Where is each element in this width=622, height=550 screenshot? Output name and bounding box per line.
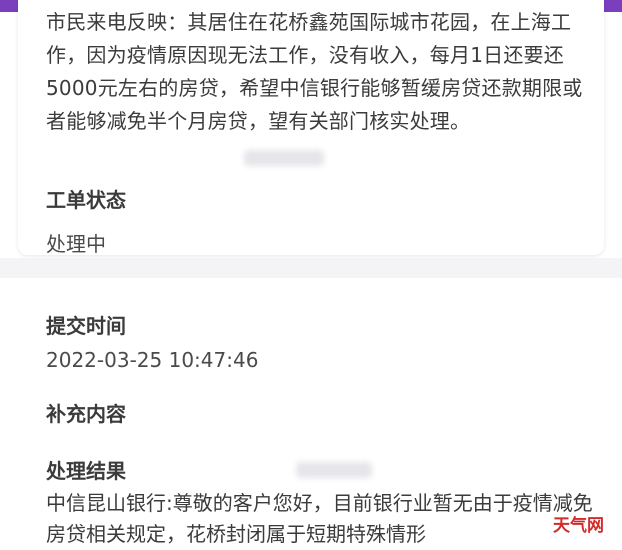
order-status-label: 工单状态 [46, 188, 126, 212]
result-text: 中信昆山银行:尊敬的客户您好，目前银行业暂无由于疫情减免房贷相关规定，花桥封闭属… [46, 491, 593, 546]
section-divider [0, 258, 622, 278]
blurred-mark [296, 462, 372, 478]
blurred-mark [244, 150, 324, 166]
submit-time-label: 提交时间 [46, 314, 126, 338]
watermark-logo: 天气网 [553, 516, 604, 536]
submit-time-value: 2022-03-25 10:47:46 [46, 348, 259, 372]
supplement-label: 补充内容 [46, 402, 126, 426]
complaint-text: 市民来电反映：其居住在花桥鑫苑国际城市花园，在上海工作，因为疫情原因现无法工作，… [46, 10, 583, 133]
result-label: 处理结果 [46, 459, 126, 483]
order-status-value: 处理中 [46, 232, 106, 256]
